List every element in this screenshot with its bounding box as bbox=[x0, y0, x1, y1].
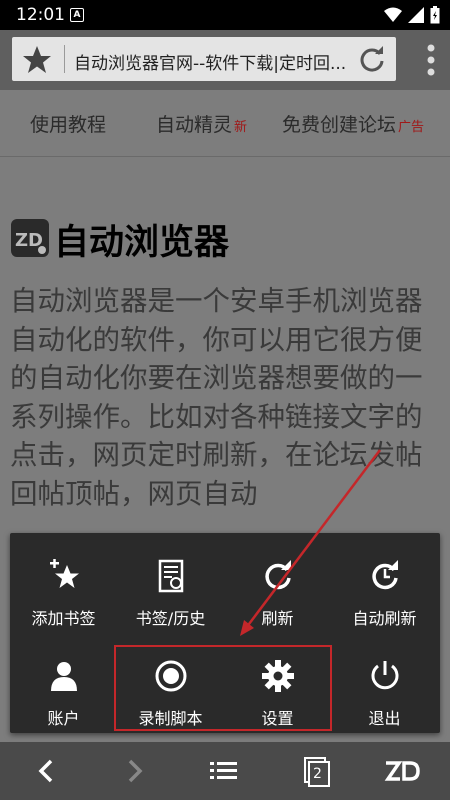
nav-auto-sprite-label: 自动精灵 bbox=[156, 114, 233, 136]
tab-count: 2 bbox=[313, 766, 322, 782]
url-divider bbox=[64, 45, 65, 73]
status-icons bbox=[384, 6, 440, 24]
menu-add-bookmark-label: 添加书签 bbox=[31, 609, 96, 628]
nav-free-forum-label: 免费创建论坛 bbox=[282, 114, 397, 136]
new-tag: 新 bbox=[234, 120, 248, 135]
intro-paragraph: 自动浏览器是一个安卓手机浏览器自动化的软件，你可以用它很方便的自动化你要在浏览器… bbox=[10, 285, 423, 510]
bottom-nav-bar: 2 bbox=[0, 742, 450, 800]
wifi-icon bbox=[384, 7, 402, 22]
notification-badge: A bbox=[70, 8, 84, 22]
menu-auto-refresh-label: 自动刷新 bbox=[352, 609, 417, 628]
site-nav: 使用教程 自动精灵新 免费创建论坛 广告 bbox=[0, 90, 450, 157]
menu-refresh[interactable]: 刷新 bbox=[224, 541, 331, 631]
menu-exit[interactable]: 退出 bbox=[331, 641, 438, 731]
bookmarks-history-icon bbox=[158, 559, 184, 593]
menu-bookmarks-history[interactable]: 书签/历史 bbox=[117, 541, 224, 631]
page-title: 自动浏览器 bbox=[54, 223, 230, 263]
menu-account-label: 账户 bbox=[47, 709, 80, 728]
back-icon[interactable] bbox=[26, 754, 66, 788]
menu-refresh-label: 刷新 bbox=[261, 609, 294, 628]
status-bar: 12:01 A bbox=[0, 0, 450, 30]
browser-toolbar: 自动浏览器官网--软件下载|定时回... bbox=[0, 30, 450, 90]
nav-free-forum[interactable]: 免费创建论坛 广告 bbox=[282, 110, 424, 137]
browser-menu-popup: 添加书签 书签/历史 刷新 自动刷新 账户 录制脚本 设置 退出 bbox=[10, 533, 440, 733]
battery-icon bbox=[430, 6, 440, 24]
ad-tag: 广告 bbox=[398, 120, 425, 135]
star-icon[interactable] bbox=[22, 45, 52, 75]
menu-add-bookmark[interactable]: 添加书签 bbox=[10, 541, 117, 631]
highlight-box bbox=[114, 645, 332, 731]
signal-icon bbox=[408, 7, 424, 23]
zd-logo-icon: ZD bbox=[11, 219, 49, 257]
more-vert-icon[interactable] bbox=[426, 44, 436, 76]
status-time: 12:01 bbox=[16, 5, 65, 25]
menu-account[interactable]: 账户 bbox=[10, 641, 117, 731]
nav-tutorial[interactable]: 使用教程 bbox=[30, 110, 106, 137]
refresh-icon bbox=[265, 560, 291, 590]
auto-refresh-icon bbox=[372, 560, 398, 590]
address-bar[interactable]: 自动浏览器官网--软件下载|定时回... bbox=[12, 37, 396, 81]
nav-auto-sprite[interactable]: 自动精灵新 bbox=[156, 110, 247, 137]
url-text[interactable]: 自动浏览器官网--软件下载|定时回... bbox=[74, 49, 354, 74]
refresh-icon[interactable] bbox=[358, 45, 386, 73]
add-star-icon bbox=[50, 559, 79, 588]
list-icon[interactable] bbox=[204, 754, 244, 788]
menu-exit-label: 退出 bbox=[368, 709, 401, 728]
tabs-button[interactable]: 2 bbox=[296, 754, 336, 788]
account-icon bbox=[51, 662, 77, 691]
menu-bookmarks-history-label: 书签/历史 bbox=[135, 609, 206, 628]
zd-logo-icon[interactable] bbox=[382, 754, 422, 788]
forward-icon[interactable] bbox=[114, 754, 154, 788]
menu-auto-refresh[interactable]: 自动刷新 bbox=[331, 541, 438, 631]
power-icon bbox=[371, 661, 399, 690]
